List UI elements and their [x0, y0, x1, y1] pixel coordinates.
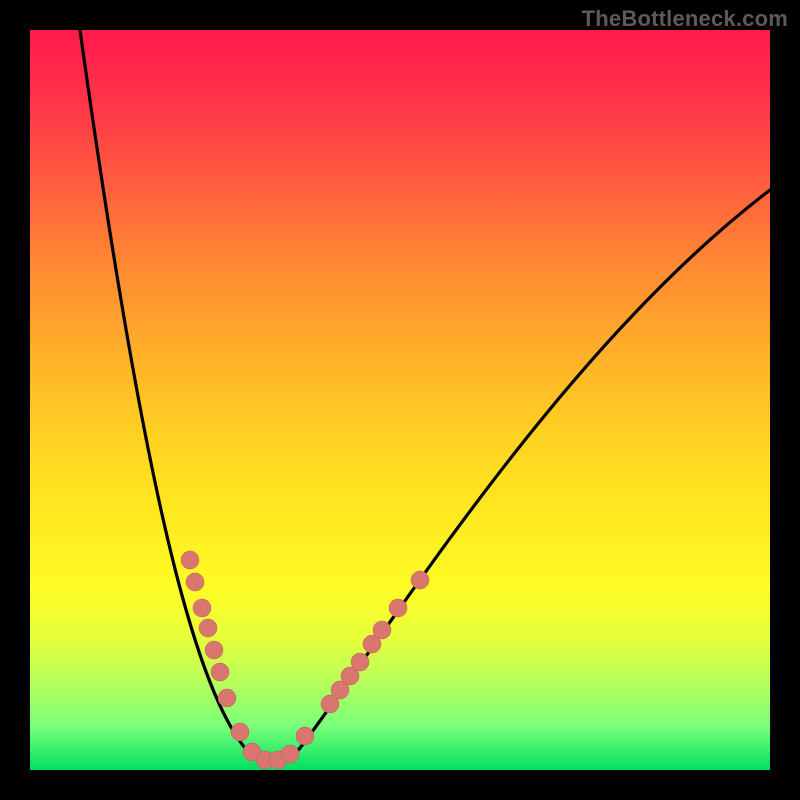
data-point — [211, 663, 229, 681]
data-point — [231, 723, 249, 741]
data-points-layer — [30, 30, 770, 770]
data-point — [186, 573, 204, 591]
data-point — [218, 689, 236, 707]
data-point — [389, 599, 407, 617]
data-point — [373, 621, 391, 639]
data-point — [199, 619, 217, 637]
watermark-text: TheBottleneck.com — [582, 6, 788, 32]
chart-plot-area — [30, 30, 770, 770]
data-point — [281, 745, 299, 763]
data-point — [296, 727, 314, 745]
data-point — [351, 653, 369, 671]
data-point — [193, 599, 211, 617]
data-point — [205, 641, 223, 659]
data-point — [411, 571, 429, 589]
data-point — [181, 551, 199, 569]
